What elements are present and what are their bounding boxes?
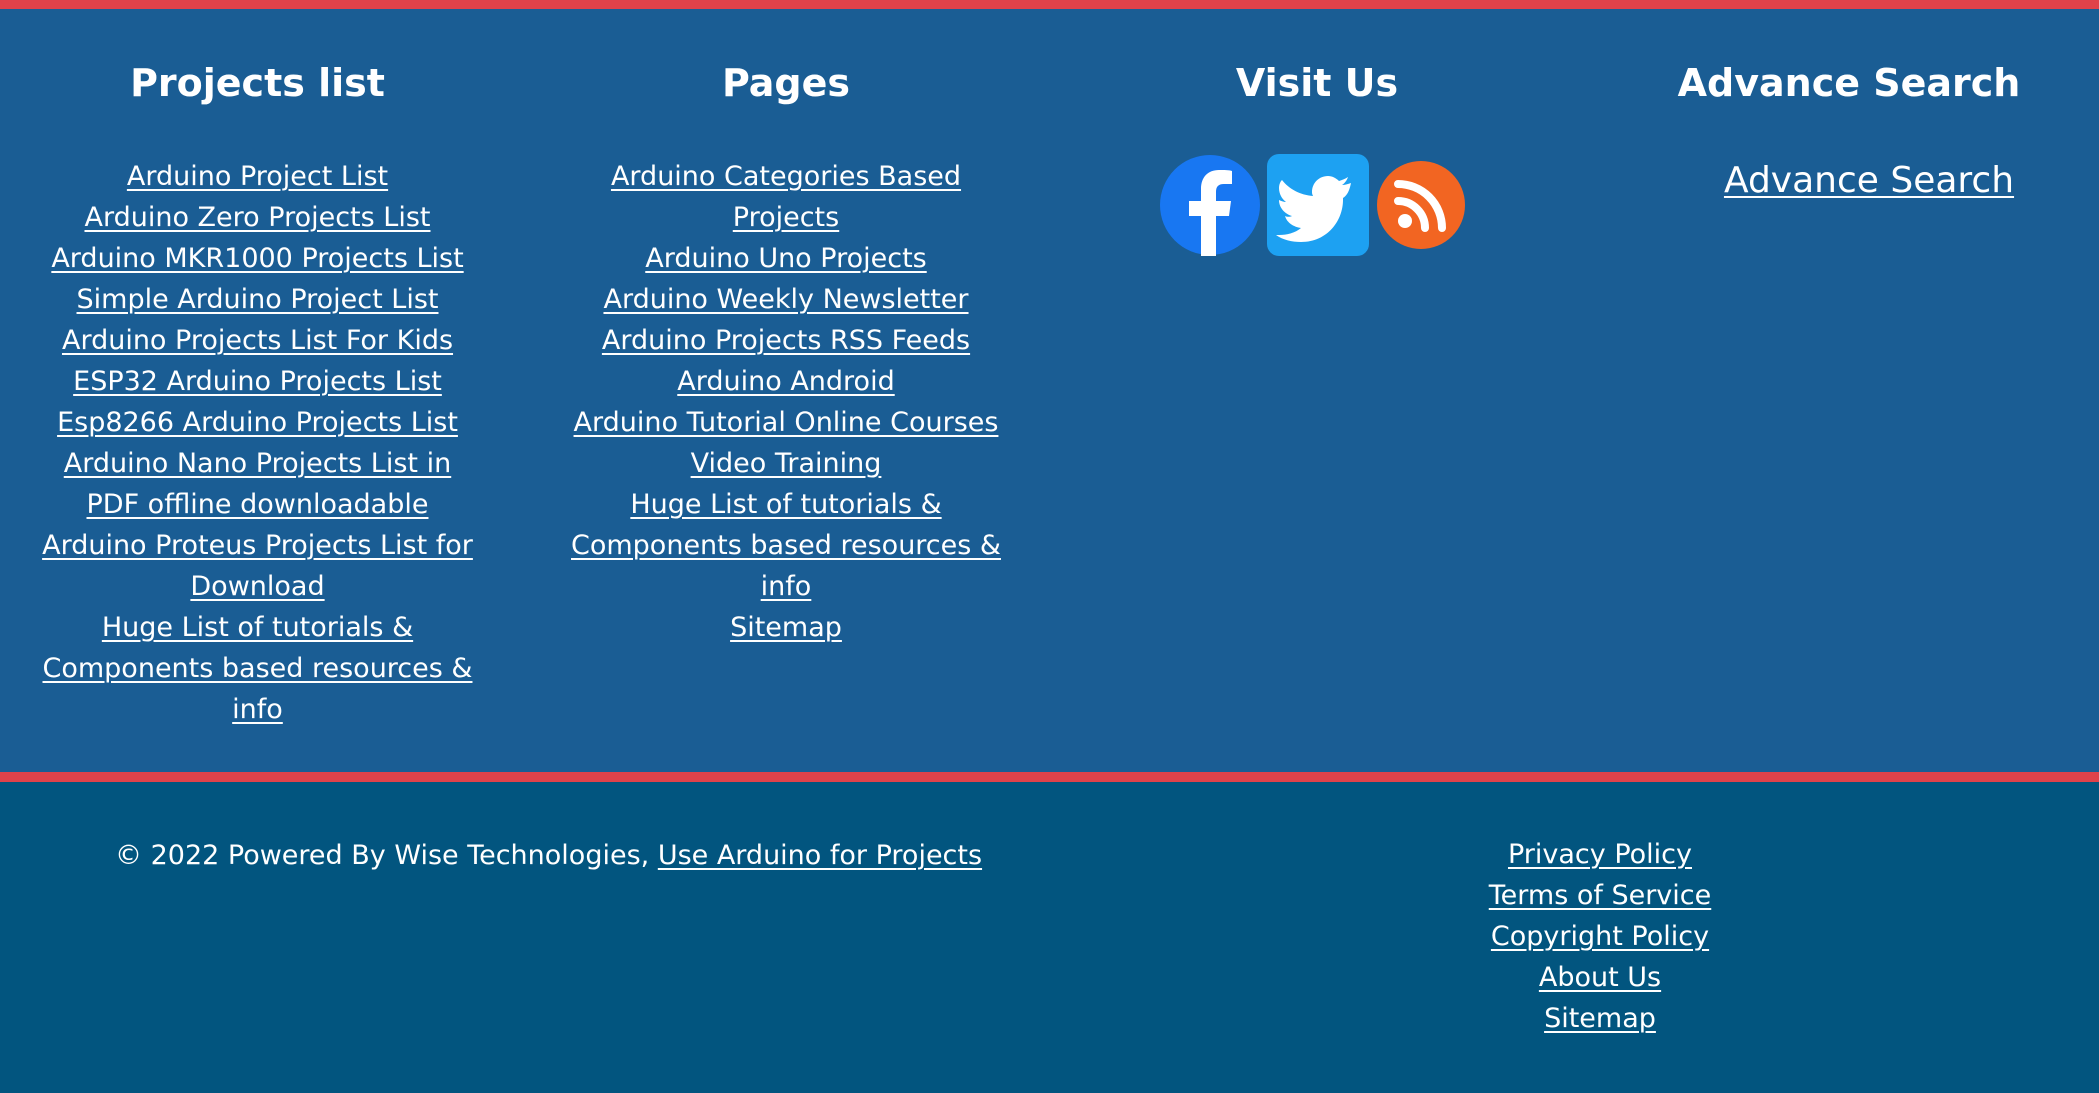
policy-links: Privacy Policy Terms of Service Copyrigh… bbox=[1400, 834, 1800, 1039]
advance-search-heading: Advance Search bbox=[1677, 61, 2021, 105]
advance-search-link[interactable]: Advance Search bbox=[1724, 160, 2014, 201]
link-arduino-projects-kids[interactable]: Arduino Projects List For Kids bbox=[62, 325, 453, 356]
link-arduino-mkr1000-projects[interactable]: Arduino MKR1000 Projects List bbox=[51, 243, 463, 274]
link-categories-based-projects[interactable]: Arduino Categories Based Projects bbox=[611, 161, 961, 233]
terms-of-service-link[interactable]: Terms of Service bbox=[1489, 880, 1712, 911]
use-arduino-for-projects-link[interactable]: Use Arduino for Projects bbox=[658, 840, 982, 871]
copyright-text: © 2022 Powered By Wise Technologies, bbox=[115, 840, 658, 871]
link-rss-feeds[interactable]: Arduino Projects RSS Feeds bbox=[602, 325, 970, 356]
link-esp8266-projects[interactable]: Esp8266 Arduino Projects List bbox=[57, 407, 458, 438]
link-arduino-project-list[interactable]: Arduino Project List bbox=[127, 161, 388, 192]
social-icons bbox=[1159, 154, 1467, 256]
footer-bottom-bar: © 2022 Powered By Wise Technologies, Use… bbox=[0, 772, 2099, 1093]
link-arduino-uno-projects[interactable]: Arduino Uno Projects bbox=[645, 243, 926, 274]
advance-search-wrapper: Advance Search bbox=[1659, 159, 2039, 203]
link-arduino-android[interactable]: Arduino Android bbox=[677, 366, 894, 397]
visit-us-heading: Visit Us bbox=[1235, 61, 1399, 105]
link-weekly-newsletter[interactable]: Arduino Weekly Newsletter bbox=[603, 284, 968, 315]
facebook-icon[interactable] bbox=[1159, 154, 1261, 256]
link-simple-arduino-projects[interactable]: Simple Arduino Project List bbox=[77, 284, 439, 315]
link-huge-list-tutorials-pages[interactable]: Huge List of tutorials & Components base… bbox=[571, 489, 1001, 602]
rss-icon[interactable] bbox=[1375, 159, 1467, 251]
link-sitemap-pages[interactable]: Sitemap bbox=[730, 612, 842, 643]
pages-links: Arduino Categories Based Projects Arduin… bbox=[566, 156, 1006, 648]
about-us-link[interactable]: About Us bbox=[1539, 962, 1661, 993]
link-arduino-nano-pdf[interactable]: Arduino Nano Projects List in PDF offlin… bbox=[64, 448, 451, 520]
projects-links: Arduino Project List Arduino Zero Projec… bbox=[40, 156, 475, 730]
copyright: © 2022 Powered By Wise Technologies, Use… bbox=[115, 838, 982, 874]
copyright-policy-link[interactable]: Copyright Policy bbox=[1491, 921, 1709, 952]
twitter-icon[interactable] bbox=[1267, 154, 1369, 256]
footer-widgets: Projects list Arduino Project List Ardui… bbox=[0, 0, 2099, 772]
pages-heading: Pages bbox=[721, 61, 851, 105]
link-esp32-projects[interactable]: ESP32 Arduino Projects List bbox=[73, 366, 442, 397]
sitemap-link[interactable]: Sitemap bbox=[1544, 1003, 1656, 1034]
privacy-policy-link[interactable]: Privacy Policy bbox=[1508, 839, 1692, 870]
link-arduino-proteus-projects[interactable]: Arduino Proteus Projects List for Downlo… bbox=[42, 530, 473, 602]
link-online-courses[interactable]: Arduino Tutorial Online Courses bbox=[574, 407, 999, 438]
link-video-training[interactable]: Video Training bbox=[691, 448, 882, 479]
projects-list-heading: Projects list bbox=[130, 61, 385, 105]
link-arduino-zero-projects[interactable]: Arduino Zero Projects List bbox=[84, 202, 430, 233]
link-huge-list-tutorials[interactable]: Huge List of tutorials & Components base… bbox=[43, 612, 473, 725]
